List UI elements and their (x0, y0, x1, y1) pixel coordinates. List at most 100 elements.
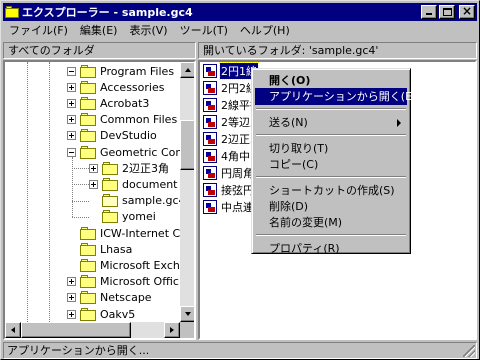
menu-file[interactable]: ファイル(F) (3, 22, 74, 40)
folder-icon (80, 80, 96, 94)
context-menu-item[interactable]: プロパティ(R) (255, 240, 407, 257)
tree-item-label: document (122, 177, 178, 191)
arrow-up-icon (185, 68, 191, 72)
tree-item-label: Acrobat3 (100, 96, 150, 110)
file-item[interactable]: 接弦円 (203, 182, 255, 198)
file-item[interactable]: 円周角 (203, 165, 255, 181)
document-icon (203, 98, 217, 112)
context-menu: 開く(O) アプリケーションから開く(E)... 送る(N) 切り取り(T) コピー(C… (251, 68, 427, 257)
file-item[interactable]: 4角中 (203, 148, 251, 164)
title-bar[interactable]: エクスプローラー - sample.gc4 × (3, 3, 477, 21)
tree-item-label: Geometric Con (100, 145, 183, 159)
arrow-right-icon (170, 327, 174, 333)
tree-item-label: Oakv5 (100, 307, 136, 321)
context-menu-item[interactable]: コピー(C) (255, 156, 407, 173)
context-menu-item[interactable]: 名前の変更(M) (255, 214, 407, 231)
tree-scroll-thumb[interactable] (180, 120, 194, 170)
menu-tools[interactable]: ツール(T) (174, 22, 234, 40)
menu-edit[interactable]: 編集(E) (74, 22, 124, 40)
menu-view[interactable]: 表示(V) (123, 22, 173, 40)
expand-plus-icon[interactable] (67, 98, 76, 108)
tree-item[interactable]: document (89, 176, 178, 192)
folder-icon (80, 291, 96, 305)
collapse-minus-icon[interactable] (67, 66, 76, 76)
tree-item[interactable]: Common Files (67, 112, 177, 128)
tree-item-label: Lhasa (100, 242, 133, 256)
menu-bar: ファイル(F) 編集(E) 表示(V) ツール(T) ヘルプ(H) (3, 22, 296, 40)
window-title: エクスプローラー - sample.gc4 (22, 6, 193, 19)
resize-grip-icon[interactable] (463, 345, 475, 357)
expand-plus-icon[interactable] (67, 82, 76, 92)
context-menu-item-label: ショートカットの作成(S) (269, 184, 395, 197)
context-menu-item[interactable]: アプリケーションから開く(E)... (255, 88, 427, 105)
tree-item[interactable]: sample.gc4 (89, 193, 186, 209)
folder-tree[interactable]: Program Files Accessories Acrobat3 Common F… (3, 60, 196, 340)
context-menu-item[interactable]: 開く(O) (255, 72, 407, 89)
context-menu-item-label: コピー(C) (269, 158, 319, 171)
scroll-left-button[interactable] (5, 322, 21, 338)
expand-plus-icon[interactable] (89, 163, 98, 173)
collapse-minus-icon[interactable] (67, 147, 76, 157)
tree-branch-line (72, 184, 89, 186)
folder-icon (80, 129, 96, 143)
submenu-arrow-icon (397, 119, 401, 127)
expand-plus-icon[interactable] (67, 131, 76, 141)
tree-item-label: Common Files (100, 113, 178, 127)
tree-vertical-scrollbar[interactable] (180, 62, 194, 322)
tree-item[interactable]: Lhasa (67, 241, 132, 257)
tree-item[interactable]: Netscape (67, 290, 152, 306)
tree-item[interactable]: ICW-Internet C (67, 225, 180, 241)
file-item[interactable]: 2辺正3 (203, 131, 258, 147)
file-item[interactable]: 2円2線 (203, 80, 258, 96)
menu-help[interactable]: ヘルプ(H) (234, 22, 296, 40)
tree-item-label: Netscape (100, 291, 152, 305)
tree-hscroll-thumb[interactable] (21, 322, 131, 338)
tree-branch-line (72, 200, 89, 202)
expand-plus-icon[interactable] (89, 179, 98, 189)
tree-item[interactable]: Acrobat3 (67, 95, 149, 111)
scroll-right-button[interactable] (164, 322, 180, 338)
file-item[interactable]: 2円1線 (203, 62, 259, 80)
folder-icon (80, 307, 96, 321)
context-menu-item[interactable]: 送る(N) (255, 114, 407, 131)
close-button[interactable]: × (459, 4, 475, 19)
scroll-up-button[interactable] (180, 62, 194, 78)
tree-item[interactable]: Accessories (67, 79, 164, 95)
folder-icon (80, 64, 96, 78)
context-menu-item[interactable]: 削除(D) (255, 198, 407, 215)
file-item[interactable]: 中点連 (203, 199, 255, 215)
expand-plus-icon[interactable] (67, 277, 76, 287)
tree-item[interactable]: 2辺正3角 (89, 160, 169, 176)
tree-item-label: 2辺正3角 (122, 162, 169, 176)
scroll-down-button[interactable] (180, 306, 194, 322)
maximize-icon (443, 8, 452, 16)
expand-plus-icon[interactable] (67, 115, 76, 125)
tree-item[interactable]: Microsoft Exch (67, 257, 180, 273)
context-menu-item[interactable]: ショートカットの作成(S) (255, 182, 407, 199)
tree-item[interactable]: yomei (89, 209, 156, 225)
tree-item-label: Program Files (100, 64, 175, 78)
tree-item[interactable]: Program Files (67, 63, 174, 79)
minimize-icon (426, 13, 432, 15)
folder-icon (80, 275, 96, 289)
tree-horizontal-scrollbar[interactable] (5, 322, 180, 338)
maximize-button[interactable] (439, 5, 455, 19)
document-icon (203, 149, 217, 163)
tree-item[interactable]: Oakv5 (67, 306, 135, 322)
document-icon (203, 115, 217, 129)
tree-item[interactable]: DevStudio (67, 128, 157, 144)
folder-icon (80, 242, 96, 256)
expand-plus-icon[interactable] (67, 309, 76, 319)
context-menu-item[interactable]: 切り取り(T) (255, 140, 407, 157)
context-menu-item-label: 送る(N) (269, 116, 308, 129)
file-name: 中点連 (221, 201, 254, 214)
document-icon (203, 183, 217, 197)
context-menu-item-label: プロパティ(R) (269, 242, 340, 255)
document-icon (203, 200, 217, 214)
folder-icon (102, 210, 118, 224)
tree-item[interactable]: Geometric Con (67, 144, 182, 160)
tree-item[interactable]: Microsoft Offic (67, 274, 179, 290)
minimize-button[interactable] (421, 5, 437, 19)
open-folder-header: 開いているフォルダ: 'sample.gc4' (198, 42, 477, 59)
expand-plus-icon[interactable] (67, 293, 76, 303)
